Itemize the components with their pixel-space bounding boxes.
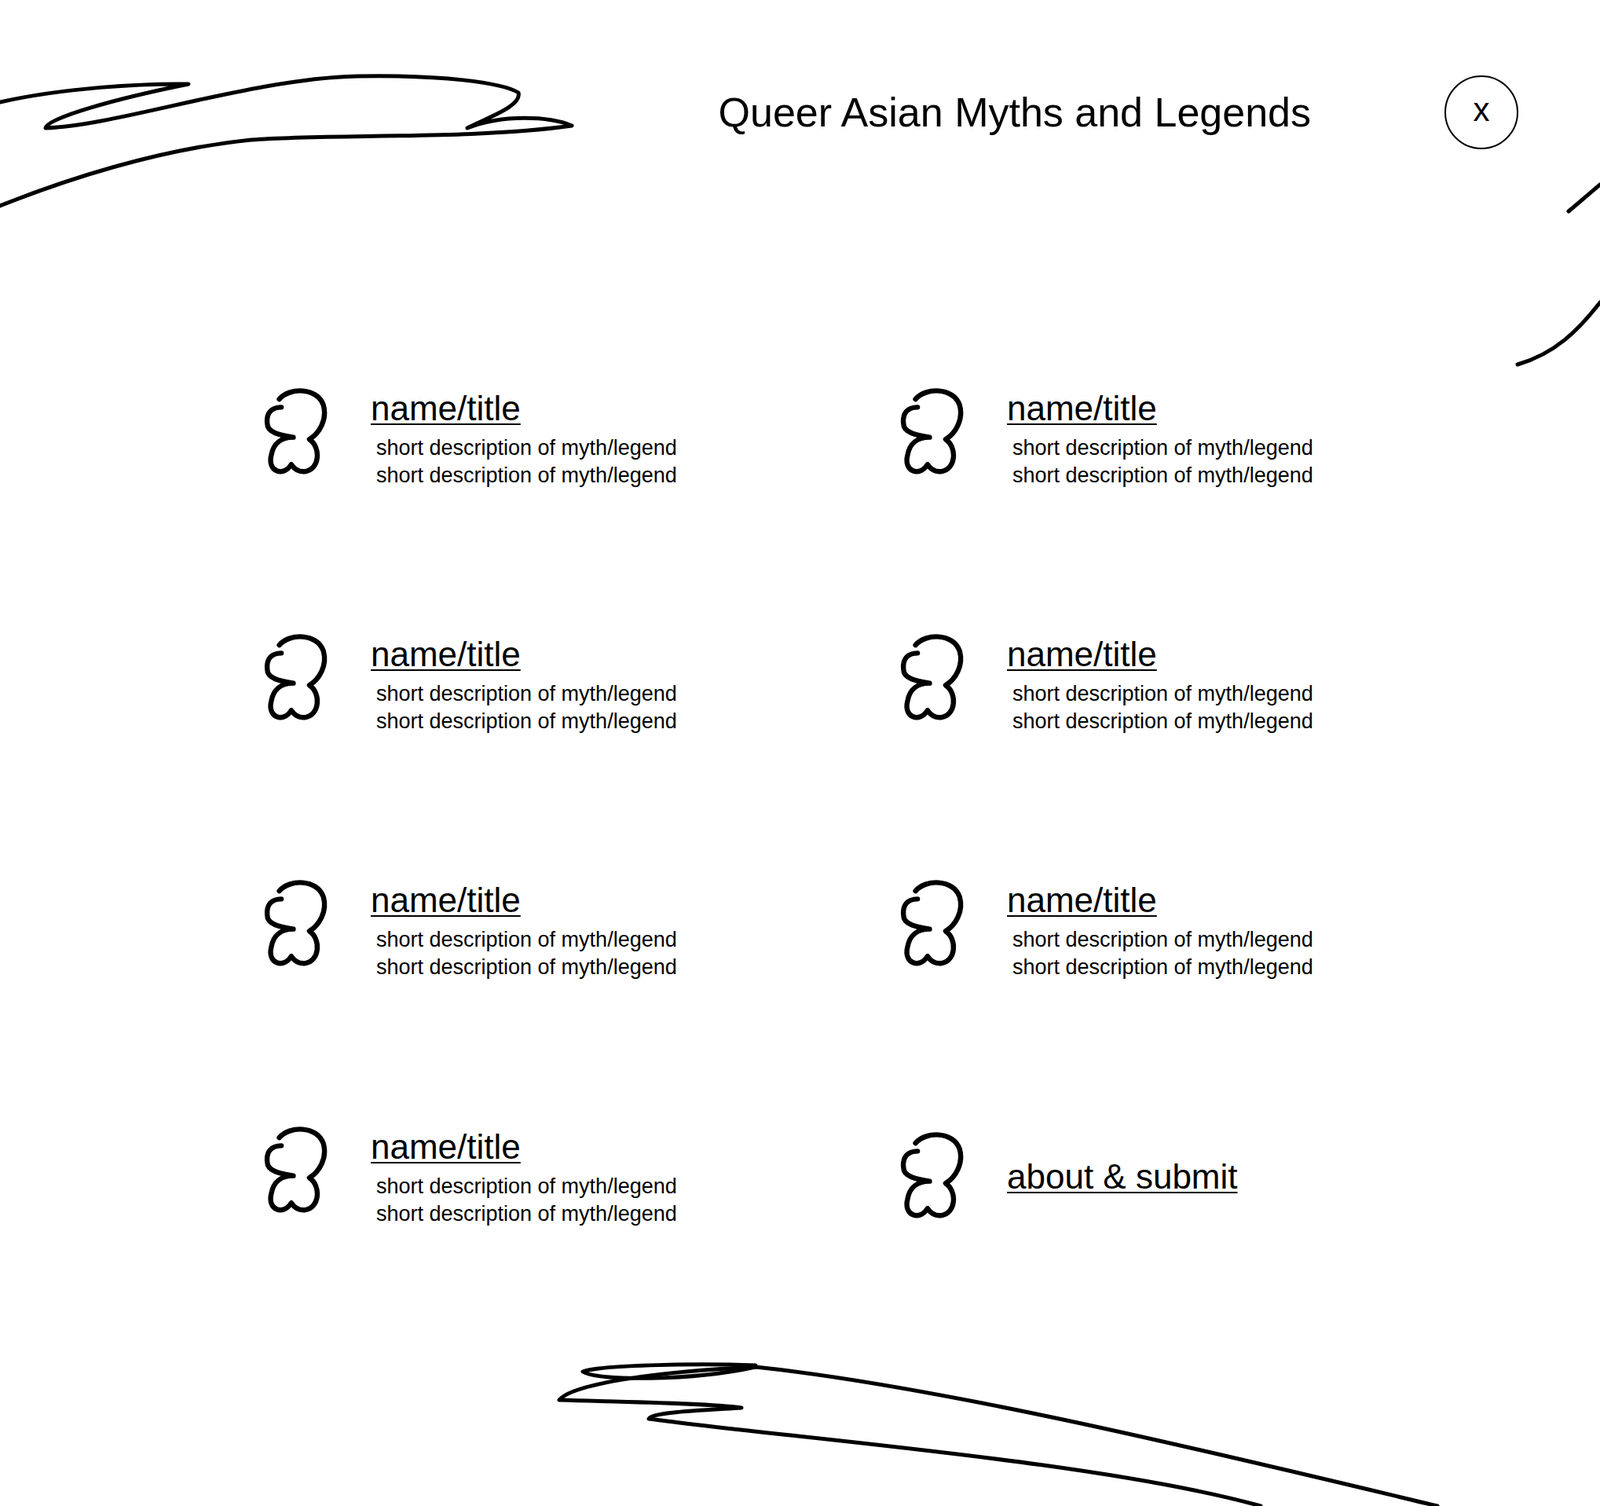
squiggle-icon <box>895 384 968 478</box>
myth-item[interactable]: name/title short description of myth/lege… <box>259 1123 896 1228</box>
myth-text: name/title short description of myth/lege… <box>1006 876 1314 982</box>
squiggle-icon <box>259 384 332 478</box>
myth-description: short description of myth/legend <box>376 434 678 462</box>
myth-description: short description of myth/legend <box>1012 461 1314 490</box>
brush-stroke-decoration <box>0 0 1600 1506</box>
myth-description: short description of myth/legend <box>1012 707 1314 736</box>
myth-description: short description of myth/legend <box>1012 434 1314 462</box>
myth-description: short description of myth/legend <box>1012 953 1314 982</box>
myth-item[interactable]: name/title short description of myth/lege… <box>259 876 896 982</box>
myth-description: short description of myth/legend <box>376 926 678 954</box>
myth-title-link[interactable]: name/title <box>1006 878 1314 922</box>
myth-title-link[interactable]: name/title <box>370 1124 678 1168</box>
close-button[interactable]: x <box>1444 75 1519 150</box>
myth-text: name/title short description of myth/lege… <box>370 630 678 736</box>
myth-title-link[interactable]: name/title <box>1006 632 1314 676</box>
myth-item[interactable]: name/title short description of myth/lege… <box>895 876 1532 982</box>
myth-text: about & submit <box>1006 1153 1238 1198</box>
squiggle-icon <box>895 630 968 724</box>
myth-text: name/title short description of myth/lege… <box>370 1123 678 1228</box>
myth-title-link[interactable]: name/title <box>370 632 678 676</box>
squiggle-icon <box>895 876 968 970</box>
myth-description: short description of myth/legend <box>376 680 678 708</box>
myth-description: short description of myth/legend <box>376 707 678 736</box>
myth-item[interactable]: name/title short description of myth/lege… <box>895 384 1532 490</box>
squiggle-icon <box>895 1128 968 1222</box>
myth-description: short description of myth/legend <box>376 1200 678 1228</box>
myth-title-link[interactable]: name/title <box>370 878 678 922</box>
myth-list: name/title short description of myth/lege… <box>0 149 1600 1228</box>
myth-item[interactable]: name/title short description of myth/lege… <box>259 630 896 736</box>
myth-item[interactable]: name/title short description of myth/lege… <box>895 630 1532 736</box>
myth-description: short description of myth/legend <box>1012 680 1314 708</box>
myth-text: name/title short description of myth/lege… <box>1006 630 1314 736</box>
squiggle-icon <box>259 876 332 970</box>
squiggle-icon <box>259 630 332 724</box>
myth-title-link[interactable]: name/title <box>1006 386 1314 430</box>
myth-text: name/title short description of myth/lege… <box>370 876 678 982</box>
page: Queer Asian Myths and Legends x name/title… <box>0 0 1600 1506</box>
squiggle-icon <box>259 1123 332 1216</box>
myth-title-link[interactable]: name/title <box>370 386 678 430</box>
myth-description: short description of myth/legend <box>376 1172 678 1201</box>
myth-description: short description of myth/legend <box>376 461 678 490</box>
myth-item[interactable]: about & submit <box>895 1123 1532 1228</box>
myth-description: short description of myth/legend <box>1012 926 1314 954</box>
myth-description: short description of myth/legend <box>376 953 678 982</box>
page-title: Queer Asian Myths and Legends <box>718 87 1311 137</box>
myth-title-link[interactable]: about & submit <box>1006 1154 1238 1198</box>
myth-text: name/title short description of myth/lege… <box>370 384 678 490</box>
myth-text: name/title short description of myth/lege… <box>1006 384 1314 490</box>
header: Queer Asian Myths and Legends x <box>0 0 1600 150</box>
myth-item[interactable]: name/title short description of myth/lege… <box>259 384 896 490</box>
